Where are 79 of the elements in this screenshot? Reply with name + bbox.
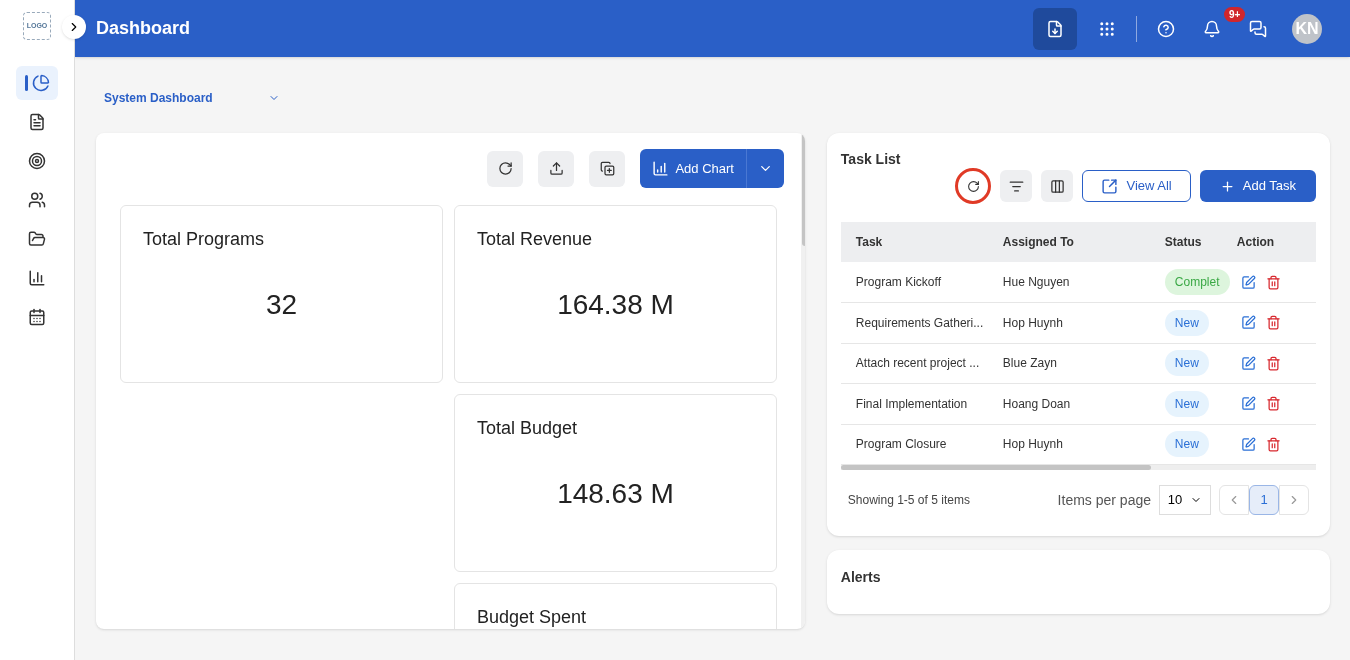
edit-icon[interactable]	[1240, 396, 1256, 412]
page-button[interactable]: 1	[1249, 485, 1279, 515]
edit-icon[interactable]	[1240, 315, 1256, 331]
table-cell: Final Implementation	[840, 383, 1003, 424]
upload-button[interactable]	[538, 150, 575, 187]
table-cell: Hop Huynh	[1002, 302, 1165, 343]
sidebar-item[interactable]	[16, 66, 58, 100]
status-tag: New	[1164, 390, 1209, 417]
columns-button[interactable]	[1041, 170, 1074, 202]
edit-icon[interactable]	[1240, 436, 1256, 452]
per-page-label: Items per page	[1057, 490, 1151, 510]
card-value: 164.38 M	[557, 288, 674, 322]
status-tag: Complet	[1164, 269, 1230, 295]
copy-plus-icon	[599, 161, 615, 176]
per-page-select[interactable]: 10	[1159, 485, 1211, 515]
dashboard-select[interactable]: System Dashboard	[104, 89, 280, 107]
document-icon	[28, 113, 46, 131]
export-button[interactable]	[1033, 7, 1077, 50]
filter-button[interactable]	[1000, 170, 1033, 202]
edit-icon[interactable]	[1240, 274, 1256, 290]
panel-title: Alerts	[840, 568, 882, 587]
add-chart-button[interactable]: Add Chart	[640, 149, 784, 188]
table-cell: Blue Zayn	[1002, 343, 1165, 384]
folder-icon	[28, 230, 46, 248]
card-value: 32	[265, 288, 298, 322]
grid-icon	[1098, 19, 1116, 38]
column-header: Action	[1236, 222, 1316, 262]
target-icon	[28, 152, 46, 170]
filter-icon	[1008, 178, 1024, 194]
table-cell: Requirements Gatheri...	[840, 302, 1003, 343]
columns-icon	[1049, 178, 1065, 194]
refresh-button[interactable]	[487, 150, 524, 187]
status-tag: New	[1164, 431, 1209, 458]
table-cell: Program Kickoff	[840, 262, 1003, 303]
table-cell: Hue Nguyen	[1002, 262, 1165, 303]
add-chart-label: Add Chart	[675, 159, 734, 178]
refresh-icon	[497, 161, 513, 176]
table-cell: Hoang Doan	[1002, 383, 1165, 424]
status-tag: New	[1164, 309, 1209, 336]
expand-button[interactable]	[62, 15, 86, 39]
refresh-icon	[966, 179, 980, 193]
bar-chart-icon	[28, 269, 46, 287]
edit-icon[interactable]	[1240, 355, 1256, 371]
panel-title: Task List	[840, 150, 902, 169]
card-title: Budget Spent	[477, 606, 587, 628]
table-cell: Attach recent project ...	[840, 343, 1003, 384]
notification-badge: 9+	[1224, 6, 1246, 22]
table-cell: Program Closure	[840, 424, 1003, 465]
chat-icon	[1249, 19, 1267, 38]
trash-icon[interactable]	[1265, 315, 1281, 331]
trash-icon[interactable]	[1265, 355, 1281, 371]
card-value: 148.63 M	[557, 477, 674, 511]
column-header: Status	[1164, 222, 1237, 262]
pie-chart-icon	[31, 74, 50, 92]
bell-icon	[1203, 19, 1221, 38]
chart-icon	[652, 160, 670, 177]
duplicate-button[interactable]	[589, 150, 626, 187]
card-title: Total Budget	[477, 417, 578, 439]
people-icon	[28, 191, 46, 209]
status-tag: New	[1164, 350, 1209, 377]
add-task-button[interactable]: Add Task	[1199, 170, 1316, 202]
trash-icon[interactable]	[1265, 396, 1281, 412]
card-title: Total Revenue	[477, 228, 593, 250]
calendar-icon	[28, 308, 46, 326]
column-header: Task	[840, 222, 1003, 262]
trash-icon[interactable]	[1265, 436, 1281, 452]
upload-icon	[548, 161, 564, 176]
page-title: Dashboard	[96, 17, 191, 40]
refresh-button[interactable]	[955, 168, 992, 204]
items-summary: Showing 1-5 of 5 items	[847, 492, 970, 509]
column-header: Assigned To	[1002, 222, 1165, 262]
plus-icon	[1219, 178, 1235, 194]
card-title: Total Programs	[143, 228, 265, 250]
help-icon	[1157, 19, 1175, 38]
trash-icon[interactable]	[1265, 274, 1281, 290]
view-all-button[interactable]: View All	[1082, 170, 1191, 202]
table-cell: Hop Huynh	[1002, 424, 1165, 465]
external-link-icon	[1101, 177, 1119, 195]
file-download-icon	[1046, 19, 1064, 38]
